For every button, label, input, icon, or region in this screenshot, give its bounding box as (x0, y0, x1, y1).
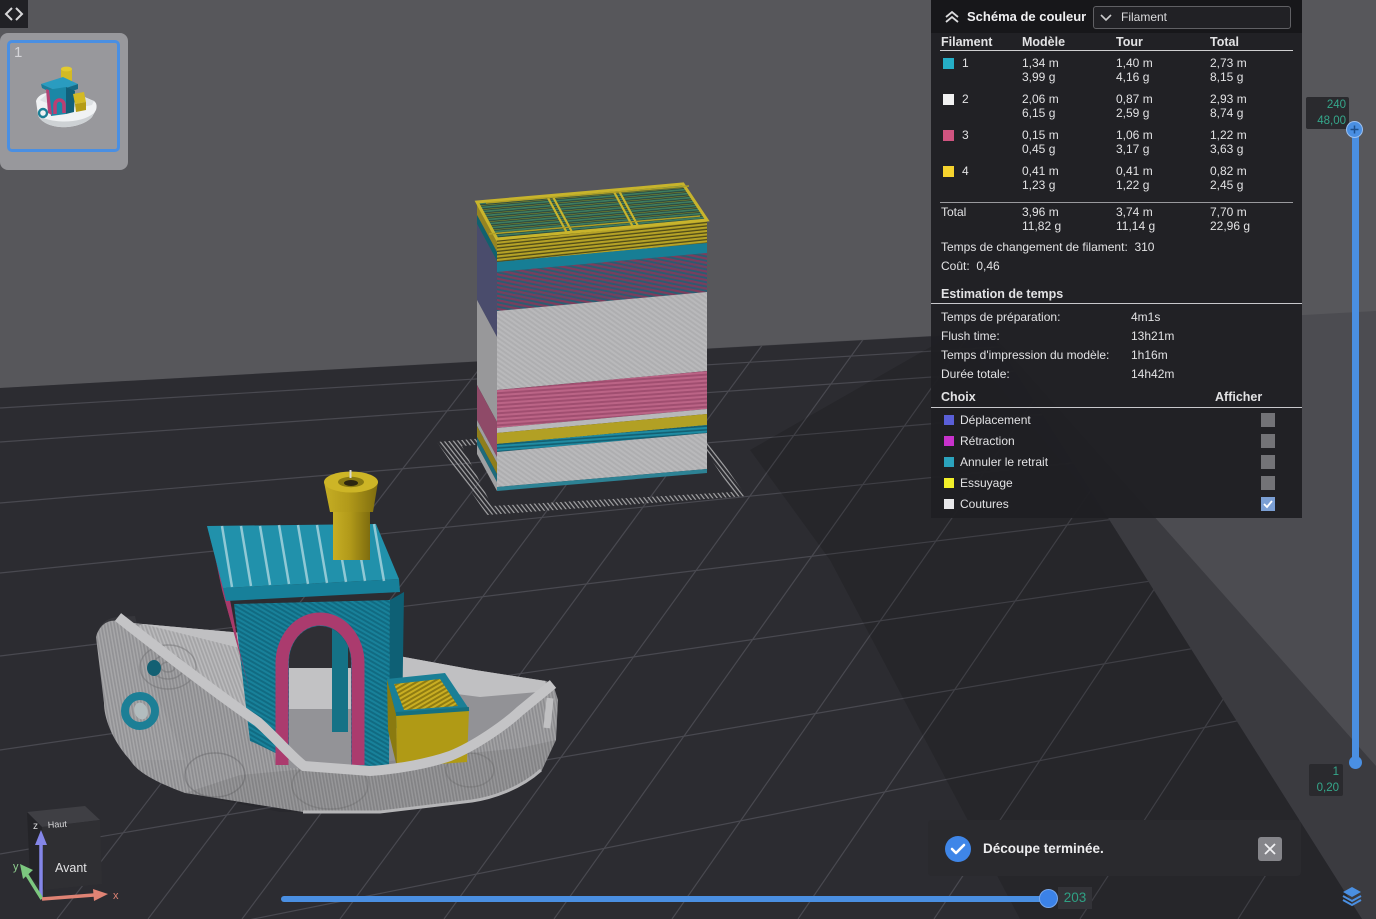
svg-text:Avant: Avant (55, 861, 87, 875)
svg-text:y: y (13, 861, 19, 873)
svg-text:Haut: Haut (47, 819, 67, 830)
svg-text:x: x (113, 890, 119, 902)
svg-text:z: z (33, 821, 38, 832)
